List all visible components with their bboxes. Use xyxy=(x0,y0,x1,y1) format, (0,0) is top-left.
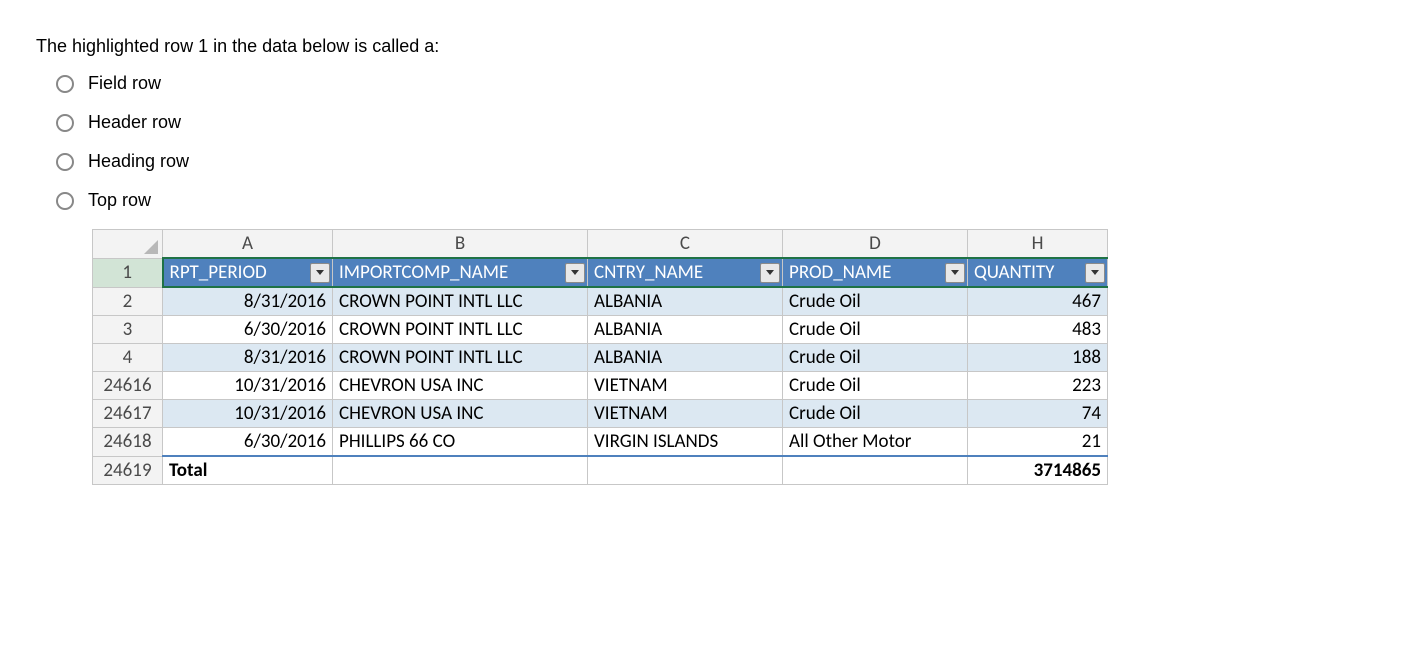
cell-rpt-period[interactable]: 10/31/2016 xyxy=(163,400,333,428)
total-quantity[interactable]: 3714865 xyxy=(968,456,1108,485)
cell-prod[interactable]: Crude Oil xyxy=(783,287,968,316)
row-number-1[interactable]: 1 xyxy=(93,258,163,287)
table-row: 3 6/30/2016 CROWN POINT INTL LLC ALBANIA… xyxy=(93,316,1108,344)
table-row: 24618 6/30/2016 PHILLIPS 66 CO VIRGIN IS… xyxy=(93,428,1108,457)
cell-cntry[interactable]: VIRGIN ISLANDS xyxy=(588,428,783,457)
header-cell-prod-name[interactable]: PROD_NAME xyxy=(783,258,968,287)
select-all-corner[interactable] xyxy=(93,230,163,259)
cell-prod[interactable]: Crude Oil xyxy=(783,400,968,428)
filter-dropdown-icon[interactable] xyxy=(1085,263,1105,283)
spreadsheet-table: A B C D H 1 RPT_PERIOD IMPORTCOMP_NAME C… xyxy=(92,229,1108,485)
total-label[interactable]: Total xyxy=(163,456,333,485)
header-label: CNTRY_NAME xyxy=(594,261,703,284)
table-row: 4 8/31/2016 CROWN POINT INTL LLC ALBANIA… xyxy=(93,344,1108,372)
cell-importcomp[interactable]: CROWN POINT INTL LLC xyxy=(333,316,588,344)
cell-cntry[interactable]: VIETNAM xyxy=(588,372,783,400)
header-label: PROD_NAME xyxy=(789,261,891,284)
row-number[interactable]: 24619 xyxy=(93,456,163,485)
filter-dropdown-icon[interactable] xyxy=(945,263,965,283)
row-number[interactable]: 2 xyxy=(93,287,163,316)
total-empty[interactable] xyxy=(783,456,968,485)
cell-quantity[interactable]: 483 xyxy=(968,316,1108,344)
cell-quantity[interactable]: 188 xyxy=(968,344,1108,372)
radio-icon[interactable] xyxy=(56,75,74,93)
cell-importcomp[interactable]: PHILLIPS 66 CO xyxy=(333,428,588,457)
total-empty[interactable] xyxy=(588,456,783,485)
header-cell-importcomp-name[interactable]: IMPORTCOMP_NAME xyxy=(333,258,588,287)
spreadsheet-image: A B C D H 1 RPT_PERIOD IMPORTCOMP_NAME C… xyxy=(92,229,1400,485)
table-row: 24616 10/31/2016 CHEVRON USA INC VIETNAM… xyxy=(93,372,1108,400)
cell-quantity[interactable]: 467 xyxy=(968,287,1108,316)
filter-dropdown-icon[interactable] xyxy=(760,263,780,283)
col-header-B[interactable]: B xyxy=(333,230,588,259)
row-number[interactable]: 24618 xyxy=(93,428,163,457)
cell-prod[interactable]: Crude Oil xyxy=(783,372,968,400)
header-cell-quantity[interactable]: QUANTITY xyxy=(968,258,1108,287)
cell-quantity[interactable]: 21 xyxy=(968,428,1108,457)
cell-importcomp[interactable]: CHEVRON USA INC xyxy=(333,372,588,400)
cell-quantity[interactable]: 223 xyxy=(968,372,1108,400)
header-row: 1 RPT_PERIOD IMPORTCOMP_NAME CNTRY_NAME … xyxy=(93,258,1108,287)
col-header-C[interactable]: C xyxy=(588,230,783,259)
col-header-A[interactable]: A xyxy=(163,230,333,259)
option-label: Field row xyxy=(88,73,161,94)
header-label: RPT_PERIOD xyxy=(170,261,267,284)
row-number[interactable]: 4 xyxy=(93,344,163,372)
question-text: The highlighted row 1 in the data below … xyxy=(36,36,1400,57)
cell-prod[interactable]: Crude Oil xyxy=(783,316,968,344)
option-header-row[interactable]: Header row xyxy=(56,112,1400,133)
option-label: Heading row xyxy=(88,151,189,172)
header-cell-rpt-period[interactable]: RPT_PERIOD xyxy=(163,258,333,287)
option-heading-row[interactable]: Heading row xyxy=(56,151,1400,172)
col-header-H[interactable]: H xyxy=(968,230,1108,259)
row-number[interactable]: 24616 xyxy=(93,372,163,400)
radio-icon[interactable] xyxy=(56,192,74,210)
filter-dropdown-icon[interactable] xyxy=(310,263,330,283)
option-field-row[interactable]: Field row xyxy=(56,73,1400,94)
total-row: 24619 Total 3714865 xyxy=(93,456,1108,485)
cell-quantity[interactable]: 74 xyxy=(968,400,1108,428)
radio-icon[interactable] xyxy=(56,153,74,171)
column-letters-row: A B C D H xyxy=(93,230,1108,259)
option-top-row[interactable]: Top row xyxy=(56,190,1400,211)
radio-icon[interactable] xyxy=(56,114,74,132)
row-number[interactable]: 3 xyxy=(93,316,163,344)
row-number[interactable]: 24617 xyxy=(93,400,163,428)
total-empty[interactable] xyxy=(333,456,588,485)
header-label: QUANTITY xyxy=(974,261,1054,284)
cell-importcomp[interactable]: CROWN POINT INTL LLC xyxy=(333,344,588,372)
cell-importcomp[interactable]: CHEVRON USA INC xyxy=(333,400,588,428)
cell-rpt-period[interactable]: 6/30/2016 xyxy=(163,428,333,457)
cell-rpt-period[interactable]: 8/31/2016 xyxy=(163,344,333,372)
option-label: Top row xyxy=(88,190,151,211)
header-label: IMPORTCOMP_NAME xyxy=(339,261,508,284)
table-row: 2 8/31/2016 CROWN POINT INTL LLC ALBANIA… xyxy=(93,287,1108,316)
cell-prod[interactable]: All Other Motor xyxy=(783,428,968,457)
option-label: Header row xyxy=(88,112,181,133)
cell-rpt-period[interactable]: 10/31/2016 xyxy=(163,372,333,400)
col-header-D[interactable]: D xyxy=(783,230,968,259)
cell-prod[interactable]: Crude Oil xyxy=(783,344,968,372)
cell-rpt-period[interactable]: 8/31/2016 xyxy=(163,287,333,316)
header-cell-cntry-name[interactable]: CNTRY_NAME xyxy=(588,258,783,287)
filter-dropdown-icon[interactable] xyxy=(565,263,585,283)
answer-options: Field row Header row Heading row Top row xyxy=(56,73,1400,211)
cell-cntry[interactable]: ALBANIA xyxy=(588,344,783,372)
cell-rpt-period[interactable]: 6/30/2016 xyxy=(163,316,333,344)
cell-cntry[interactable]: ALBANIA xyxy=(588,316,783,344)
table-row: 24617 10/31/2016 CHEVRON USA INC VIETNAM… xyxy=(93,400,1108,428)
cell-importcomp[interactable]: CROWN POINT INTL LLC xyxy=(333,287,588,316)
cell-cntry[interactable]: VIETNAM xyxy=(588,400,783,428)
cell-cntry[interactable]: ALBANIA xyxy=(588,287,783,316)
